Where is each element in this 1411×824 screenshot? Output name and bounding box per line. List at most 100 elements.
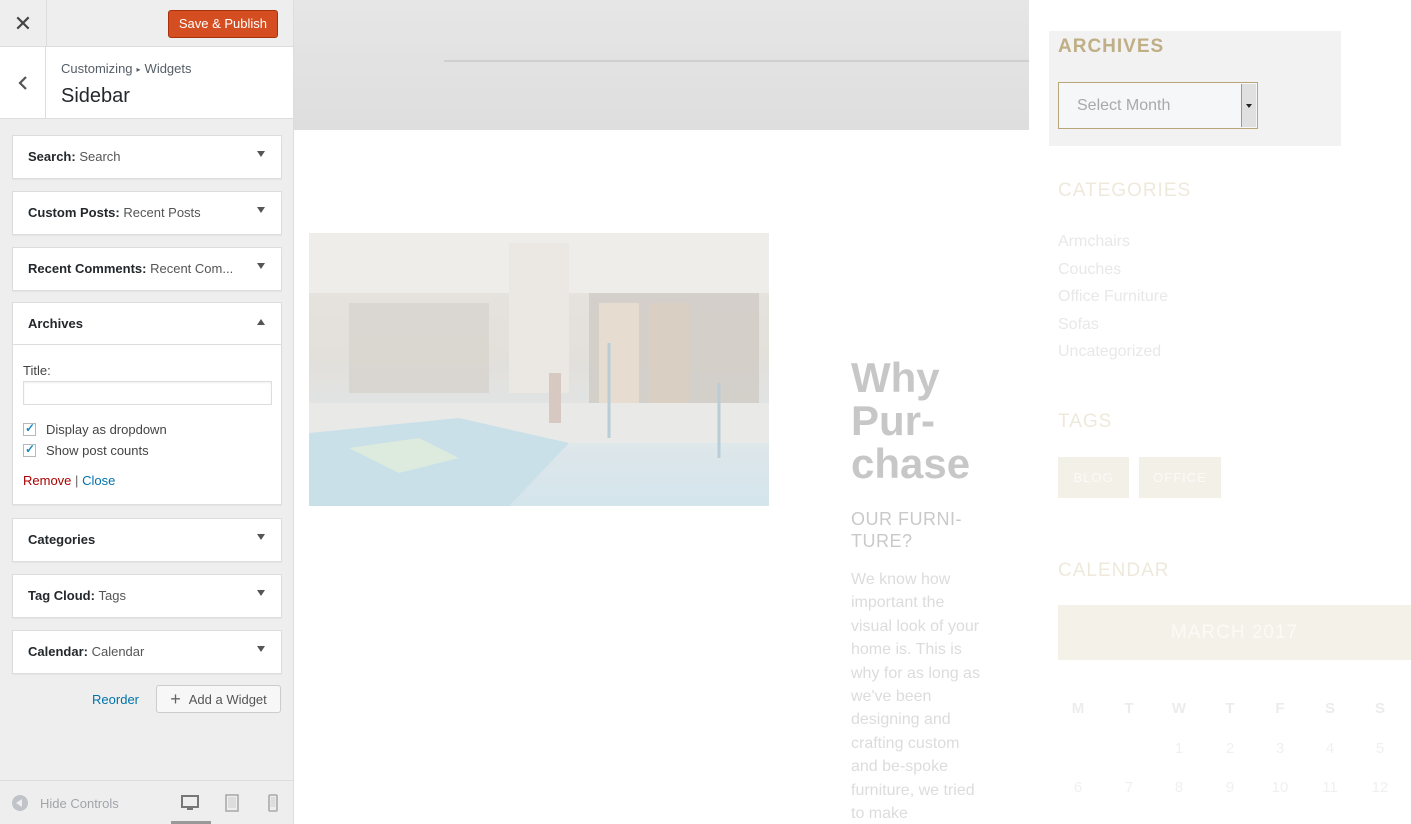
- category-link[interactable]: Office Furniture: [1058, 283, 1168, 311]
- weekday-label: S: [1324, 700, 1335, 717]
- weekday-label: S: [1374, 700, 1385, 717]
- weekday-label: F: [1275, 700, 1285, 717]
- section-title: Sidebar: [61, 85, 130, 107]
- customizer-header: ✕ Save & Publish: [0, 0, 293, 47]
- calendar-day: 5: [1375, 740, 1385, 757]
- preview-sidebar: ARCHIVES Select Month CATEGORIES Armchai…: [1049, 0, 1411, 824]
- link-separator: |: [75, 473, 79, 488]
- hide-controls-button[interactable]: Hide Controls: [12, 795, 119, 811]
- widget-title: Tags: [98, 588, 127, 603]
- reorder-link[interactable]: Reorder: [92, 692, 139, 707]
- widget-type: Categories: [28, 532, 96, 547]
- widget-categories[interactable]: Categories: [12, 518, 282, 562]
- title-label: Title:: [23, 363, 51, 378]
- calendar-day: 8: [1174, 779, 1184, 796]
- archives-heading: ARCHIVES: [1058, 36, 1165, 57]
- category-link[interactable]: Couches: [1058, 256, 1168, 284]
- promo-heading: Why Pur-chase: [851, 354, 971, 487]
- weekday-label: M: [1071, 700, 1085, 717]
- tablet-preview-icon[interactable]: [222, 793, 242, 813]
- categories-list: Armchairs Couches Office Furniture Sofas…: [1058, 228, 1168, 366]
- category-link[interactable]: Uncategorized: [1058, 338, 1168, 366]
- calendar-day: 10: [1271, 779, 1289, 796]
- expand-arrow-icon[interactable]: [257, 207, 265, 213]
- site-preview: Why Pur-chase OUR FURNI-TURE? We know ho…: [294, 0, 1411, 824]
- expand-arrow-icon[interactable]: [257, 590, 265, 596]
- tag-blog[interactable]: BLOG: [1058, 457, 1129, 498]
- widget-type: Search: [28, 149, 72, 164]
- display-dropdown-checkbox[interactable]: [23, 421, 36, 436]
- title-input[interactable]: [23, 381, 272, 405]
- calendar-day: 3: [1275, 740, 1285, 757]
- desktop-preview-icon[interactable]: [180, 793, 200, 813]
- widget-type: Archives: [28, 316, 83, 331]
- add-widget-button[interactable]: + Add a Widget: [156, 685, 281, 713]
- plus-icon: +: [170, 689, 181, 709]
- widget-title: Search: [79, 149, 121, 164]
- expand-arrow-icon[interactable]: [257, 534, 265, 540]
- hide-controls-label: Hide Controls: [40, 795, 119, 811]
- breadcrumb-separator-icon: ▸: [136, 65, 141, 74]
- promo-body: We know how important the visual look of…: [851, 571, 980, 823]
- customizer-footer: Hide Controls: [0, 780, 293, 824]
- widget-area-actions: Reorder + Add a Widget: [0, 685, 293, 713]
- expand-arrow-icon[interactable]: [257, 263, 265, 269]
- categories-heading: CATEGORIES: [1058, 180, 1192, 201]
- hero-image: [294, 0, 1029, 130]
- section-header: Customizing ▸ Widgets Sidebar: [0, 47, 293, 119]
- collapse-arrow-icon: [12, 795, 28, 811]
- calendar-day: 4: [1325, 740, 1335, 757]
- widget-header[interactable]: Recent Comments: Recent Com...: [13, 248, 281, 290]
- dropdown-arrow-icon[interactable]: [1241, 84, 1256, 127]
- widget-search[interactable]: Search: Search: [12, 135, 282, 179]
- breadcrumb-root: Customizing: [61, 61, 133, 76]
- mobile-preview-icon[interactable]: [263, 793, 283, 813]
- close-customizer-button[interactable]: ✕: [0, 0, 47, 47]
- tags-heading: TAGS: [1058, 411, 1113, 432]
- widget-header[interactable]: Tag Cloud: Tags: [13, 575, 281, 617]
- widget-type: Tag Cloud: [28, 588, 91, 603]
- calendar-day: 9: [1225, 779, 1235, 796]
- dropdown-option: Display as dropdown: [23, 421, 167, 437]
- calendar-heading: CALENDAR: [1058, 560, 1170, 581]
- collapse-arrow-icon[interactable]: [257, 319, 265, 325]
- weekday-label: T: [1225, 700, 1235, 717]
- calendar-month[interactable]: MARCH 2017: [1058, 605, 1411, 660]
- widget-tag-cloud[interactable]: Tag Cloud: Tags: [12, 574, 282, 618]
- show-counts-label: Show post counts: [46, 443, 149, 458]
- counts-option: Show post counts: [23, 442, 149, 458]
- widget-actions: Remove | Close: [23, 473, 115, 488]
- category-link[interactable]: Sofas: [1058, 311, 1168, 339]
- breadcrumb: Customizing ▸ Widgets: [61, 61, 192, 76]
- show-counts-checkbox[interactable]: [23, 442, 36, 457]
- widget-header[interactable]: Search: Search: [13, 136, 281, 178]
- month-select[interactable]: Select Month: [1058, 82, 1258, 129]
- category-link[interactable]: Armchairs: [1058, 228, 1168, 256]
- expand-arrow-icon[interactable]: [257, 151, 265, 157]
- calendar-day: 6: [1073, 779, 1083, 796]
- widget-header[interactable]: Categories: [13, 519, 281, 561]
- widget-type: Custom Posts: [28, 205, 116, 220]
- widget-title: Recent Posts: [123, 205, 201, 220]
- back-button[interactable]: [0, 47, 46, 118]
- expand-arrow-icon[interactable]: [257, 646, 265, 652]
- close-icon: ✕: [13, 10, 33, 36]
- close-link[interactable]: Close: [82, 473, 115, 488]
- widget-type: Recent Comments: [28, 261, 143, 276]
- calendar-day: 2: [1225, 740, 1235, 757]
- tag-office[interactable]: OFFICE: [1139, 457, 1221, 498]
- widget-header[interactable]: Archives: [13, 303, 281, 345]
- widget-type: Calendar: [28, 644, 84, 659]
- widget-header[interactable]: Custom Posts: Recent Posts: [13, 192, 281, 234]
- add-widget-label: Add a Widget: [188, 691, 267, 707]
- promo-subheading: OUR FURNI-TURE?: [851, 509, 962, 551]
- chevron-left-icon: [17, 75, 27, 90]
- remove-link[interactable]: Remove: [23, 473, 71, 488]
- widget-header[interactable]: Calendar: Calendar: [13, 631, 281, 673]
- weekday-label: W: [1171, 700, 1187, 717]
- widget-custom-posts[interactable]: Custom Posts: Recent Posts: [12, 191, 282, 235]
- widget-calendar[interactable]: Calendar: Calendar: [12, 630, 282, 674]
- widget-recent-comments[interactable]: Recent Comments: Recent Com...: [12, 247, 282, 291]
- save-publish-button[interactable]: Save & Publish: [167, 10, 278, 38]
- display-dropdown-label: Display as dropdown: [46, 422, 167, 437]
